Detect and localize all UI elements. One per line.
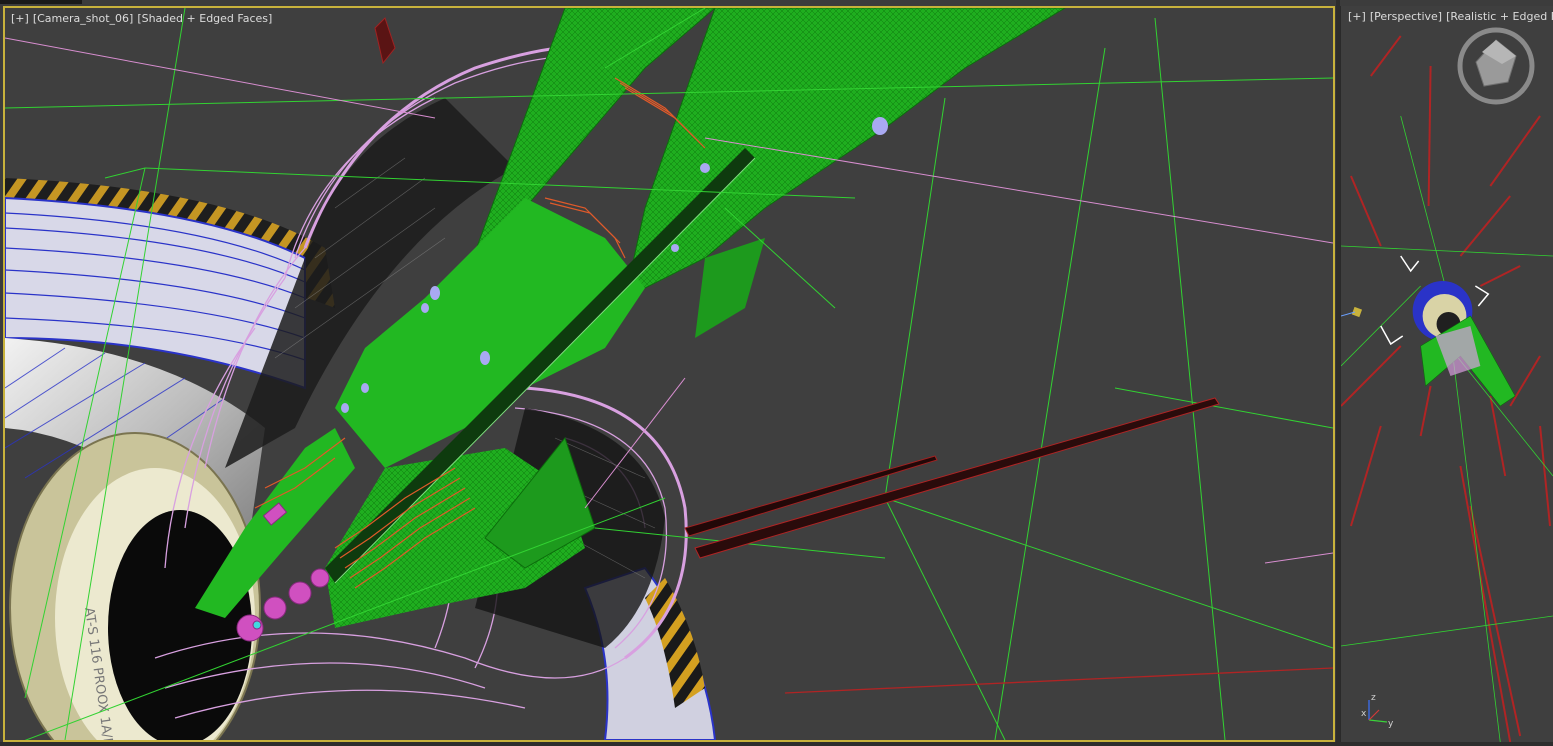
viewport-shading-menu[interactable]: [Realistic + Edged Faces] [1446, 10, 1553, 23]
perspective-viewport[interactable]: [+] [Perspective] [Realistic + Edged Faces… [1340, 6, 1553, 742]
status-strip [0, 742, 1553, 746]
perspective-scene[interactable] [1341, 6, 1553, 742]
viewport-tab[interactable] [0, 0, 82, 4]
viewport-label: [+] [Camera_shot_06] [Shaded + Edged Faces… [11, 12, 276, 25]
axis-tripod-icon: z x y [1361, 693, 1394, 729]
camera-scene[interactable]: AT-S 116 PROOX 1A/F 1:1 [5, 8, 1333, 740]
viewport-label: [+] [Perspective] [Realistic + Edged Faces… [1348, 10, 1553, 23]
camera-viewport[interactable]: [+] [Camera_shot_06] [Shaded + Edged Faces… [3, 6, 1335, 742]
viewport-shading-menu[interactable]: [Shaded + Edged Faces] [137, 12, 272, 25]
viewport-menu-plus[interactable]: [+] [11, 12, 29, 25]
axis-y-label: y [1388, 719, 1394, 729]
axis-x-label: x [1361, 709, 1367, 719]
axis-z-label: z [1371, 693, 1376, 703]
viewport-menu-plus[interactable]: [+] [1348, 10, 1366, 23]
viewport-camera-menu[interactable]: [Perspective] [1370, 10, 1442, 23]
app-window: [+] [Camera_shot_06] [Shaded + Edged Faces… [0, 0, 1553, 746]
viewcube-icon[interactable] [1456, 26, 1536, 106]
viewport-camera-menu[interactable]: [Camera_shot_06] [33, 12, 134, 25]
